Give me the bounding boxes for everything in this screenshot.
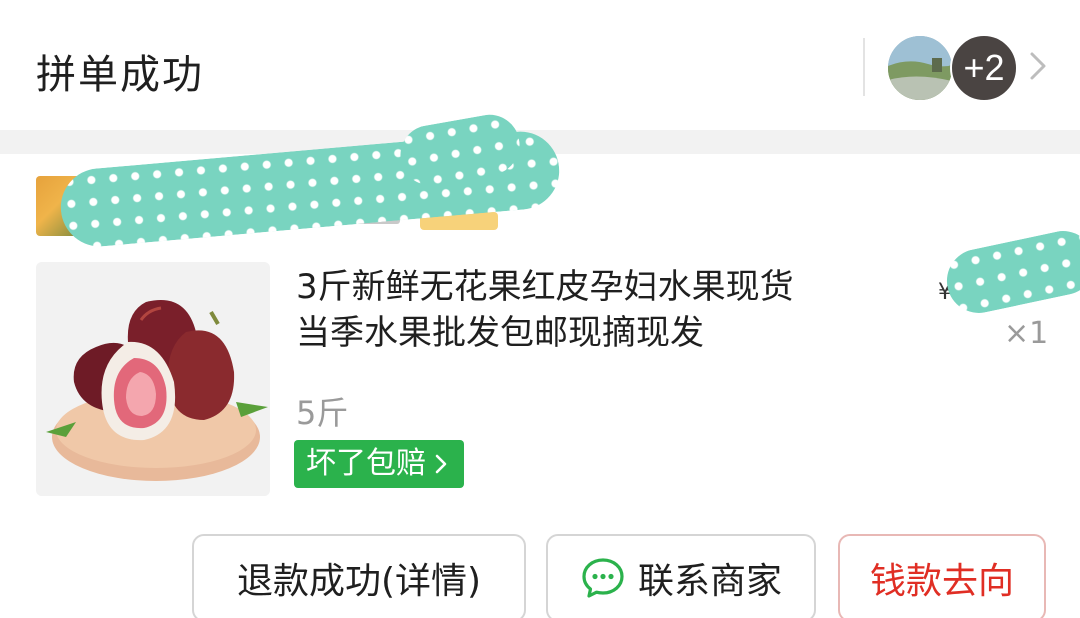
guarantee-badge-label: 坏了包赔 [306, 446, 426, 481]
product-name-line-2: 当季水果批发包邮现摘现发 [296, 313, 704, 353]
fig-fruit-icon [36, 262, 270, 496]
guarantee-badge[interactable]: 坏了包赔 [294, 440, 464, 488]
product-image[interactable] [36, 262, 270, 496]
refund-details-label: 退款成功(详情) [236, 561, 482, 602]
page-title: 拼单成功 [36, 52, 204, 98]
order-header: 拼单成功 +2 [0, 0, 1080, 130]
contact-merchant-button[interactable]: 联系商家 [546, 534, 816, 618]
chevron-right-icon [435, 454, 447, 474]
contact-merchant-label: 联系商家 [637, 561, 782, 602]
avatar[interactable] [886, 34, 954, 102]
redaction-overlay [940, 225, 1080, 319]
header-divider [863, 38, 865, 96]
money-flow-button[interactable]: 钱款去向 [838, 534, 1046, 618]
product-name-line-1: 3斤新鲜无花果红皮孕妇水果现货 [296, 267, 794, 307]
chat-bubble-icon [582, 558, 624, 598]
chevron-right-icon[interactable] [1020, 48, 1056, 84]
product-spec: 5斤 [296, 394, 349, 432]
avatar-more[interactable]: +2 [950, 34, 1018, 102]
product-name[interactable]: 3斤新鲜无花果红皮孕妇水果现货 当季水果批发包邮现摘现发 [296, 264, 896, 356]
avatar-extra-count: +2 [963, 47, 1005, 88]
quantity: ×1 [1004, 316, 1049, 351]
money-flow-label: 钱款去向 [869, 561, 1014, 602]
refund-details-button[interactable]: 退款成功(详情) [192, 534, 526, 618]
landscape-photo-icon [888, 36, 952, 100]
